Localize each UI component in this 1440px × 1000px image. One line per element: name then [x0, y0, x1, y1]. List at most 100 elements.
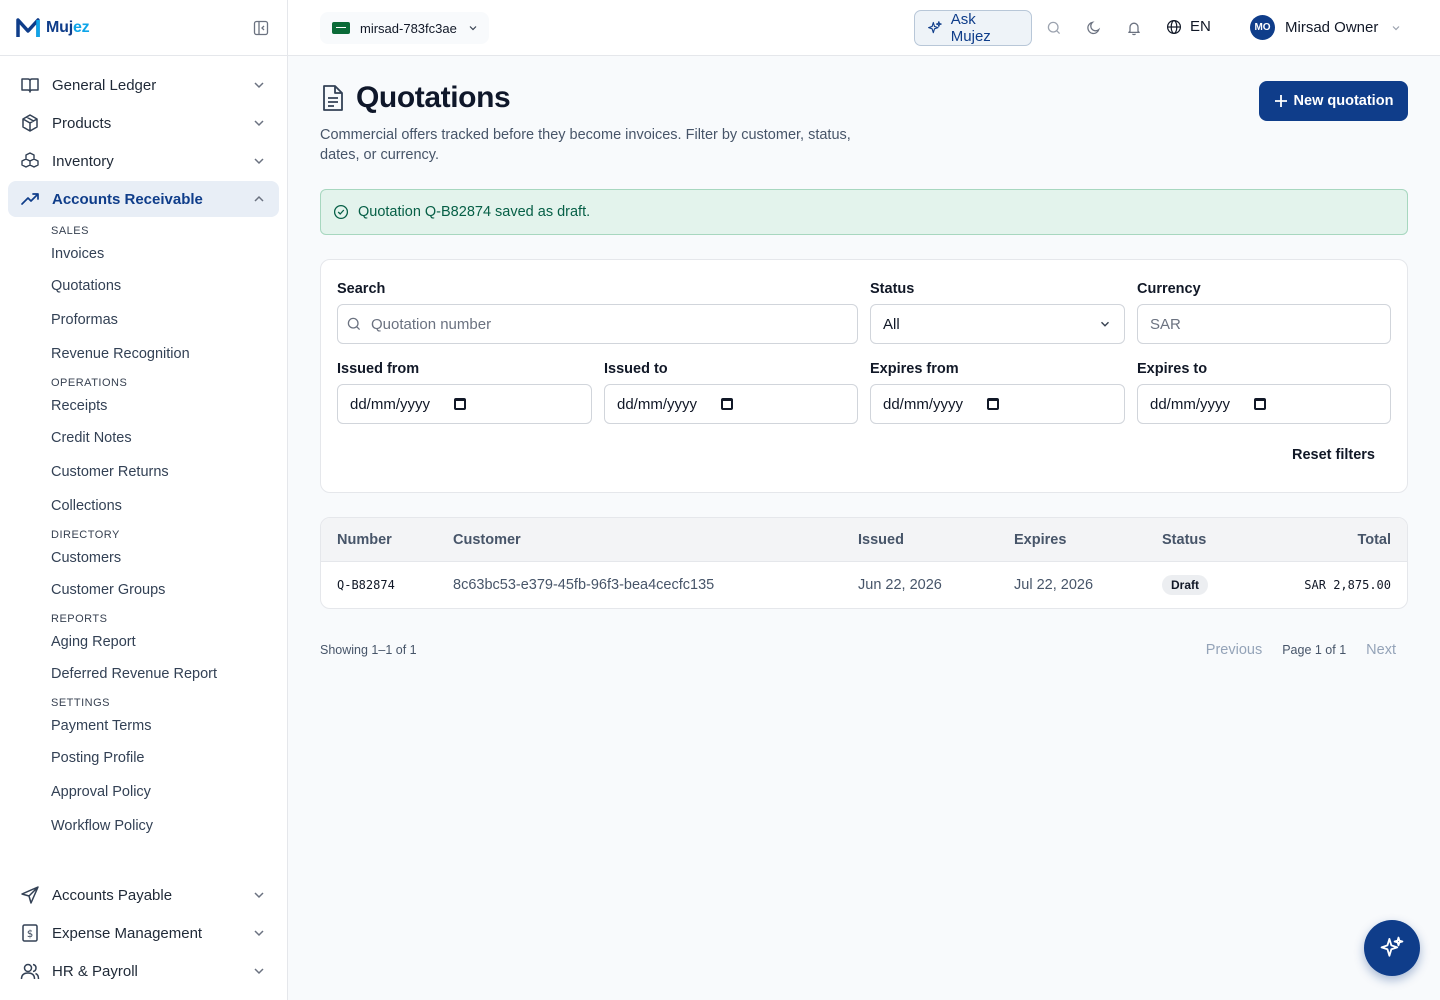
chevron-up-icon: [254, 195, 264, 202]
status-select[interactable]: All: [870, 304, 1125, 344]
users-icon: [20, 961, 40, 981]
submenu-item-payment-terms[interactable]: Payment Terms: [51, 711, 279, 741]
globe-icon: [1167, 19, 1181, 34]
column-header-number[interactable]: Number: [337, 532, 392, 548]
ai-assistant-fab[interactable]: [1364, 920, 1420, 976]
search-input[interactable]: Quotation number: [337, 304, 858, 344]
new-quotation-button[interactable]: New quotation: [1259, 81, 1408, 121]
submenu-heading: DIRECTORY: [51, 529, 120, 541]
column-header-status[interactable]: Status: [1162, 532, 1206, 548]
sidebar-item-inventory[interactable]: Inventory: [8, 143, 279, 179]
previous-page-button[interactable]: Previous: [1206, 642, 1262, 658]
sidebar-item-expense-management[interactable]: $ Expense Management: [8, 915, 279, 951]
avatar: MO: [1250, 15, 1275, 40]
column-header-total[interactable]: Total: [1357, 532, 1391, 548]
sidebar-item-general-ledger[interactable]: General Ledger: [8, 67, 279, 103]
submenu-item-posting-profile[interactable]: Posting Profile: [51, 741, 279, 775]
column-header-issued[interactable]: Issued: [858, 532, 904, 548]
submenu-item-credit-notes[interactable]: Credit Notes: [51, 421, 279, 455]
submenu-item-invoices[interactable]: Invoices: [51, 239, 279, 269]
user-menu[interactable]: MO Mirsad Owner: [1250, 15, 1402, 40]
sidebar-item-accounts-receivable[interactable]: Accounts Receivable: [8, 181, 279, 217]
date-placeholder: dd/mm/yyyy: [617, 395, 698, 413]
collapse-sidebar-icon[interactable]: [251, 18, 271, 38]
table-row[interactable]: Q-B82874 8c63bc53-e379-45fb-96f3-bea4cec…: [321, 562, 1407, 608]
pagination-controls: Previous Page 1 of 1 Next: [1206, 642, 1396, 658]
moon-icon[interactable]: [1084, 18, 1104, 38]
flag-icon: [332, 22, 350, 34]
bell-icon[interactable]: [1124, 18, 1144, 38]
submenu-item-receipts[interactable]: Receipts: [51, 391, 279, 421]
calendar-icon[interactable]: [1254, 398, 1267, 410]
page-title: Quotations: [356, 81, 511, 114]
column-header-expires[interactable]: Expires: [1014, 532, 1066, 548]
sidebar-item-label: Accounts Payable: [52, 886, 173, 904]
brand-header: Mujez: [0, 0, 287, 56]
submenu-item-revenue-recognition[interactable]: Revenue Recognition: [51, 337, 279, 371]
submenu-item-customer-groups[interactable]: Customer Groups: [51, 573, 279, 607]
expires-from-input[interactable]: dd/mm/yyyy: [870, 384, 1125, 424]
accounts-receivable-submenu: SALES Invoices Quotations Proformas Reve…: [8, 223, 279, 843]
ask-mujez-button[interactable]: Ask Mujez: [914, 10, 1032, 46]
sidebar-item-accounts-payable[interactable]: Accounts Payable: [8, 877, 279, 913]
trending-up-icon: [20, 189, 40, 209]
check-circle-icon: [333, 204, 349, 220]
search-placeholder: Quotation number: [371, 315, 492, 333]
sidebar-item-products[interactable]: Products: [8, 105, 279, 141]
column-header-customer[interactable]: Customer: [453, 532, 521, 548]
chevron-down-icon: [1392, 25, 1400, 30]
status-label: Status: [870, 281, 915, 297]
expires-to-label: Expires to: [1137, 361, 1208, 377]
expires-to-input[interactable]: dd/mm/yyyy: [1137, 384, 1391, 424]
submenu-item-quotations[interactable]: Quotations: [51, 269, 279, 303]
chevron-down-icon: [254, 120, 264, 127]
currency-input[interactable]: SAR: [1137, 304, 1391, 344]
currency-placeholder: SAR: [1150, 315, 1181, 333]
issued-to-input[interactable]: dd/mm/yyyy: [604, 384, 858, 424]
calendar-icon[interactable]: [721, 398, 734, 410]
calendar-icon[interactable]: [987, 398, 1000, 410]
currency-label: Currency: [1137, 281, 1201, 297]
chevron-down-icon: [1101, 321, 1109, 327]
expires-from-label: Expires from: [870, 361, 959, 377]
sidebar-item-label: General Ledger: [52, 76, 157, 94]
mujez-logo-icon: [16, 17, 40, 37]
submenu-item-workflow-policy[interactable]: Workflow Policy: [51, 809, 279, 843]
success-alert: Quotation Q-B82874 saved as draft.: [320, 189, 1408, 235]
date-placeholder: dd/mm/yyyy: [1150, 395, 1231, 413]
reset-filters-button[interactable]: Reset filters: [1292, 447, 1375, 463]
organization-switcher[interactable]: mirsad-783fc3ae: [320, 12, 489, 44]
submenu-item-customer-returns[interactable]: Customer Returns: [51, 455, 279, 489]
submenu-item-aging-report[interactable]: Aging Report: [51, 627, 279, 657]
book-open-icon: [20, 75, 40, 95]
search-icon[interactable]: [1044, 18, 1064, 38]
quotation-number[interactable]: Q-B82874: [337, 578, 395, 592]
submenu-item-deferred-revenue-report[interactable]: Deferred Revenue Report: [51, 657, 279, 691]
next-page-button[interactable]: Next: [1366, 642, 1396, 658]
sparkles-icon: [928, 21, 942, 34]
issued-from-input[interactable]: dd/mm/yyyy: [337, 384, 592, 424]
submenu-heading: SETTINGS: [51, 697, 111, 709]
ask-mujez-label: Ask Mujez: [950, 11, 991, 45]
calendar-icon[interactable]: [454, 398, 467, 410]
sidebar-item-hr-payroll[interactable]: HR & Payroll: [8, 953, 279, 989]
sidebar-item-label: Expense Management: [52, 924, 203, 942]
sidebar-nav-bottom: Accounts Payable $ Expense Management HR…: [8, 877, 279, 991]
search-label: Search: [337, 281, 386, 297]
page-indicator: Page 1 of 1: [1282, 643, 1347, 657]
expires-date: Jul 22, 2026: [1014, 577, 1094, 593]
file-text-icon: [323, 85, 343, 111]
customer-id[interactable]: 8c63bc53-e379-45fb-96f3-bea4cecfc135: [453, 577, 714, 593]
language-switcher[interactable]: EN: [1166, 18, 1211, 35]
issued-to-label: Issued to: [604, 361, 668, 377]
submenu-item-collections[interactable]: Collections: [51, 489, 279, 523]
submenu-item-approval-policy[interactable]: Approval Policy: [51, 775, 279, 809]
submenu-item-customers[interactable]: Customers: [51, 543, 279, 573]
chevron-down-icon: [254, 968, 264, 975]
language-label: EN: [1190, 18, 1211, 35]
brand-logo[interactable]: Mujez: [16, 17, 90, 39]
chevron-down-icon: [254, 82, 264, 89]
chevron-down-icon: [469, 26, 477, 31]
submenu-item-proformas[interactable]: Proformas: [51, 303, 279, 337]
organization-name: mirsad-783fc3ae: [360, 20, 457, 36]
